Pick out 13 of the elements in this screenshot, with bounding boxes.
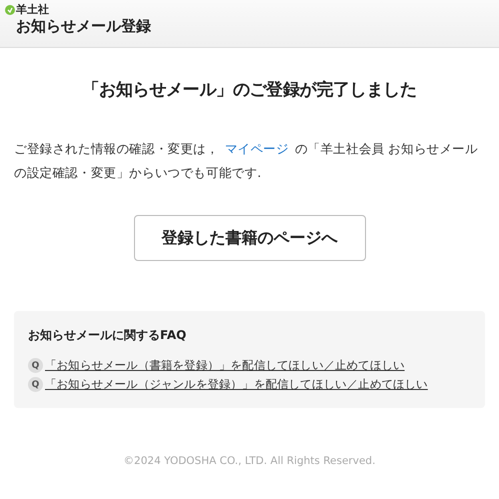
completion-heading: 「お知らせメール」のご登録が完了しました (82, 79, 416, 101)
brand-name: 羊土社 (16, 4, 49, 16)
faq-title: お知らせメールに関するFAQ (28, 327, 188, 344)
book-page-button[interactable]: 登録した書籍のページへ (134, 215, 366, 261)
faq-link[interactable]: 「お知らせメール（書籍を登録）」を配信してほしい／止めてほしい (45, 358, 405, 373)
logo-icon (5, 5, 15, 15)
question-badge: Q (28, 377, 43, 392)
page-title: お知らせメール登録 (16, 16, 152, 36)
question-badge: Q (28, 358, 43, 373)
info-message: ご登録された情報の確認・変更は， マイページ の「羊土社会員 お知らせメールの設定確認・変更」からいつでも可能です. (14, 140, 479, 182)
copyright: ©2024 YODOSHA CO., LTD. All Rights Reserved. (124, 455, 376, 467)
faq-link[interactable]: 「お知らせメール（ジャンルを登録）」を配信してほしい／止めてほしい (45, 377, 428, 392)
mypage-link[interactable]: マイページ (224, 141, 289, 156)
